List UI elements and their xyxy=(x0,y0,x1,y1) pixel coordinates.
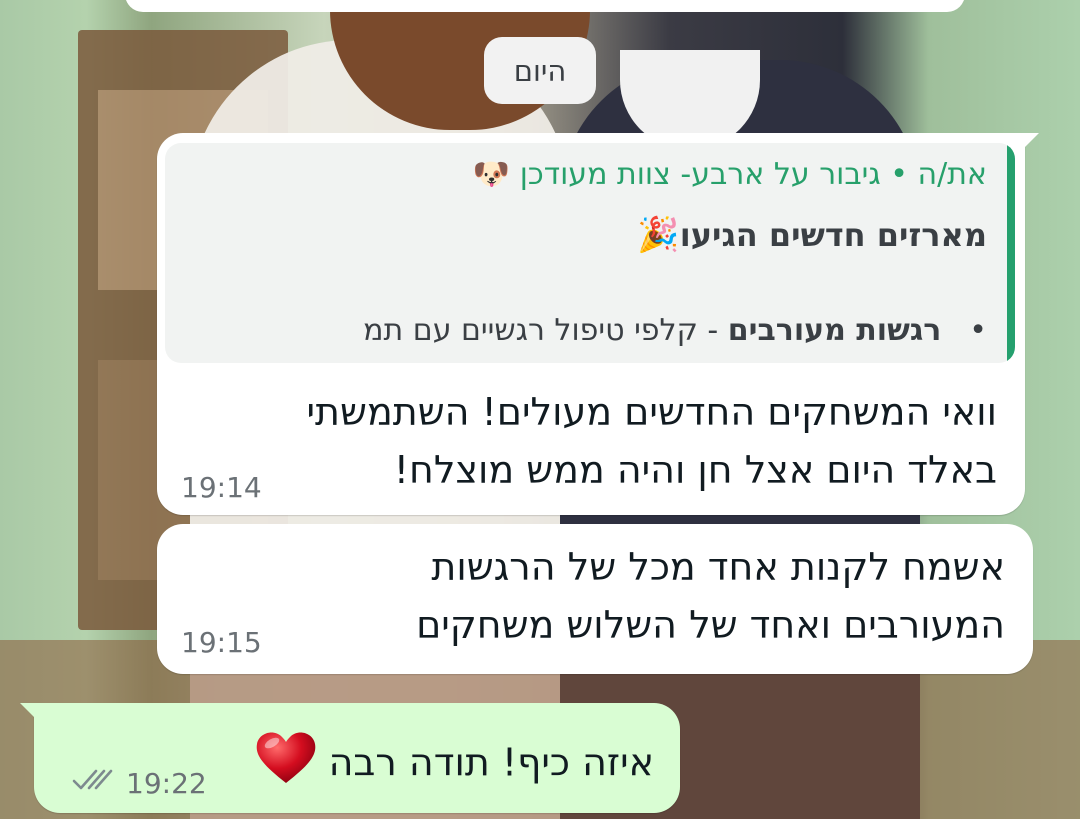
message-time: 19:22 xyxy=(126,767,207,800)
message-line: אשמח לקנות אחד מכל של הרגשות xyxy=(431,545,1005,589)
quote-bold-text: רגשות מעורבים xyxy=(727,313,942,348)
red-heart-icon xyxy=(255,729,317,801)
double-check-icon xyxy=(72,767,116,800)
quoted-message[interactable]: את/ה • גיבור על ארבע- צוות מעודכן 🐶 מארז… xyxy=(165,143,1015,363)
message-body: אשמח לקנות אחד מכל של הרגשות המעורבים וא… xyxy=(416,538,1005,654)
outgoing-message[interactable]: איזה כיף! תודה רבה 19:22 xyxy=(20,703,680,813)
chat-screen: היום את/ה • גיבור על ארבע- צוות מעודכן 🐶… xyxy=(0,0,1080,819)
quote-rest-text: - קלפי טיפול רגשיים עם תמ xyxy=(363,313,728,348)
quote-title-row: מארזים חדשים הגיעו🎉 xyxy=(633,215,987,255)
party-popper-icon: 🎉 xyxy=(637,215,680,255)
bubble-tail xyxy=(20,703,42,725)
quote-preview-line: • רגשות מעורבים - קלפי טיפול רגשיים עם תמ xyxy=(363,313,987,348)
message-body: איזה כיף! תודה רבה xyxy=(247,729,654,801)
bubble-tail xyxy=(1017,133,1039,155)
quote-author-row: את/ה • גיבור על ארבע- צוות מעודכן 🐶 xyxy=(179,157,987,192)
message-body: וואי המשחקים החדשים מעולים! השתמשתי באלד… xyxy=(307,383,997,499)
dog-face-icon: 🐶 xyxy=(472,157,511,192)
message-time: 19:14 xyxy=(181,471,262,504)
quote-title: מארזים חדשים הגיעו xyxy=(679,216,987,254)
date-separator: היום xyxy=(484,37,596,104)
message-line: וואי המשחקים החדשים מעולים! השתמשתי xyxy=(306,390,997,434)
quote-bullet: • xyxy=(969,313,987,348)
incoming-message[interactable]: את/ה • גיבור על ארבע- צוות מעודכן 🐶 מארז… xyxy=(157,133,1039,515)
quote-author-name: את/ה • גיבור על ארבע- צוות מעודכן xyxy=(519,157,987,192)
message-meta: 19:22 xyxy=(72,767,207,800)
incoming-message[interactable]: אשמח לקנות אחד מכל של הרגשות המעורבים וא… xyxy=(157,524,1033,674)
previous-bubble-edge xyxy=(125,0,965,12)
quote-accent-bar xyxy=(1007,143,1015,363)
message-line: המעורבים ואחד של השלוש משחקים xyxy=(416,603,1005,647)
message-line: באלד היום אצל חן והיה ממש מוצלח! xyxy=(393,448,997,492)
message-text: איזה כיף! תודה רבה xyxy=(328,740,654,785)
message-time: 19:15 xyxy=(181,626,262,659)
